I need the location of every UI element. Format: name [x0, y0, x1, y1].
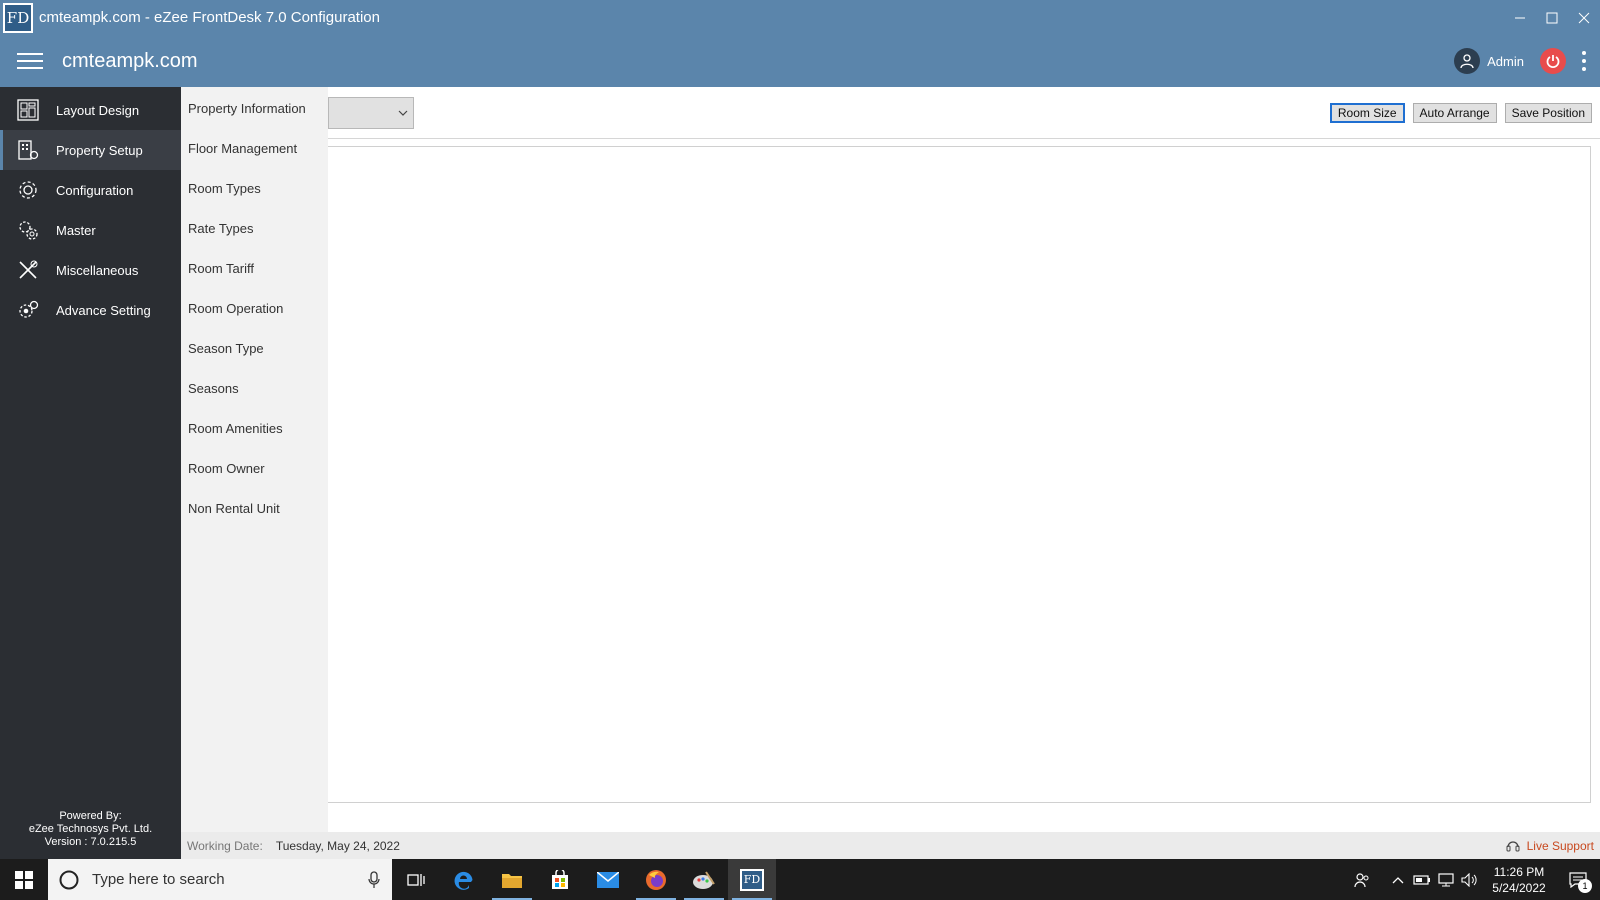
system-tray: 11:26 PM 5/24/2022 1: [1350, 859, 1600, 900]
chevron-up-icon[interactable]: [1386, 859, 1410, 900]
more-options-icon[interactable]: [1576, 51, 1592, 71]
file-explorer-icon[interactable]: [488, 859, 536, 900]
sidebar-item-advance-setting[interactable]: Advance Setting: [0, 290, 181, 330]
submenu-item-seasons[interactable]: Seasons: [181, 368, 328, 408]
sidebar-item-label: Layout Design: [56, 102, 140, 118]
user-icon[interactable]: [1454, 48, 1481, 74]
close-icon: [1578, 12, 1590, 23]
gear-icon: [16, 178, 40, 202]
firefox-icon[interactable]: [632, 859, 680, 900]
sidebar-item-miscellaneous[interactable]: Miscellaneous: [0, 250, 181, 290]
power-icon[interactable]: [1540, 48, 1566, 74]
hamburger-menu-icon[interactable]: [17, 53, 43, 69]
powered-by: Powered By: eZee Technosys Pvt. Ltd. Ver…: [0, 810, 181, 849]
volume-icon[interactable]: [1458, 859, 1482, 900]
company-name: eZee Technosys Pvt. Ltd.: [28, 823, 153, 835]
notification-badge: 1: [1578, 879, 1592, 893]
submenu-item-room-tariff[interactable]: Room Tariff: [181, 248, 328, 288]
submenu-item-room-amenities[interactable]: Room Amenities: [181, 408, 328, 448]
sidebar-item-configuration[interactable]: Configuration: [0, 170, 181, 210]
main-sidebar: Layout Design Property Setup Configurati…: [0, 87, 181, 859]
sidebar-item-label: Property Setup: [56, 142, 143, 158]
submenu-item-room-owner[interactable]: Room Owner: [181, 448, 328, 488]
version-text: Version : 7.0.215.5: [44, 836, 137, 848]
chevron-down-icon: [398, 110, 408, 116]
submenu-item-property-information[interactable]: Property Information: [181, 88, 328, 128]
minimize-icon: [1515, 17, 1525, 18]
submenu-item-rate-types[interactable]: Rate Types: [181, 208, 328, 248]
store-icon[interactable]: [536, 859, 584, 900]
tools-icon: [16, 258, 40, 282]
frontdesk-app-icon[interactable]: FD: [728, 859, 776, 900]
sidebar-item-layout-design[interactable]: Layout Design: [0, 90, 181, 130]
working-date-value: Tuesday, May 24, 2022: [275, 838, 400, 853]
powered-by-label: Powered By:: [59, 810, 122, 822]
floor-select[interactable]: [328, 97, 414, 129]
network-icon[interactable]: [1434, 859, 1458, 900]
window-title-bar: FD cmteampk.com - eZee FrontDesk 7.0 Con…: [0, 0, 1600, 35]
submenu-item-room-operation[interactable]: Room Operation: [181, 288, 328, 328]
sidebar-item-label: Master: [56, 222, 96, 238]
sidebar-item-label: Configuration: [56, 182, 134, 198]
start-button[interactable]: [0, 859, 48, 900]
maximize-icon: [1546, 12, 1558, 23]
status-bar: Working Date: Tuesday, May 24, 2022 Live…: [181, 832, 1600, 859]
frontdesk-logo: FD: [740, 868, 764, 891]
mail-icon[interactable]: [584, 859, 632, 900]
save-position-button[interactable]: Save Position: [1504, 103, 1592, 123]
taskbar-clock[interactable]: 11:26 PM 5/24/2022: [1482, 864, 1556, 896]
auto-arrange-button[interactable]: Auto Arrange: [1412, 103, 1497, 123]
room-size-button[interactable]: Room Size: [1329, 103, 1405, 123]
live-support-label: Live Support: [1526, 838, 1594, 853]
clock-date: 5/24/2022: [1492, 880, 1546, 895]
app-header: cmteampk.com Admin: [0, 35, 1600, 87]
close-button[interactable]: [1568, 0, 1600, 35]
working-date-label: Working Date:: [187, 838, 263, 853]
windows-logo-icon: [15, 870, 33, 889]
sidebar-item-property-setup[interactable]: Property Setup: [0, 130, 181, 170]
submenu-item-floor-management[interactable]: Floor Management: [181, 128, 328, 168]
advance-gear-icon: [16, 298, 40, 322]
toolbar-divider: [328, 138, 1600, 139]
submenu-item-room-types[interactable]: Room Types: [181, 168, 328, 208]
headset-icon: [1506, 840, 1520, 851]
clock-time: 11:26 PM: [1493, 864, 1545, 879]
sidebar-item-master[interactable]: Master: [0, 210, 181, 250]
sidebar-item-label: Advance Setting: [56, 302, 151, 318]
action-center-icon[interactable]: 1: [1556, 859, 1600, 900]
window-title: cmteampk.com - eZee FrontDesk 7.0 Config…: [39, 9, 380, 26]
user-name[interactable]: Admin: [1487, 54, 1524, 69]
search-placeholder: Type here to search: [92, 871, 225, 888]
site-name: cmteampk.com: [62, 49, 198, 72]
people-icon[interactable]: [1350, 859, 1374, 900]
task-view-icon[interactable]: [392, 859, 440, 900]
property-setup-submenu: Property Information Floor Management Ro…: [181, 87, 328, 832]
minimize-button[interactable]: [1504, 0, 1536, 35]
edge-browser-icon[interactable]: [440, 859, 488, 900]
taskbar-search[interactable]: Type here to search: [48, 859, 392, 900]
window-controls: [1504, 0, 1600, 35]
layout-canvas[interactable]: [328, 146, 1591, 803]
layout-toolbar: Room Size Auto Arrange Save Position: [1329, 103, 1592, 123]
live-support-link[interactable]: Live Support: [1505, 832, 1594, 859]
header-user-area: Admin: [1454, 35, 1592, 87]
maximize-button[interactable]: [1536, 0, 1568, 35]
app-logo: FD: [3, 2, 33, 33]
submenu-item-non-rental-unit[interactable]: Non Rental Unit: [181, 488, 328, 528]
paint-app-icon[interactable]: [680, 859, 728, 900]
sidebar-item-label: Miscellaneous: [56, 262, 139, 278]
layout-grid-icon: [16, 98, 40, 122]
battery-icon[interactable]: [1410, 859, 1434, 900]
building-icon: [16, 138, 40, 162]
search-icon: [59, 870, 79, 889]
gears-icon: [16, 218, 40, 242]
submenu-item-season-type[interactable]: Season Type: [181, 328, 328, 368]
windows-taskbar: Type here to search FD 11:26 PM 5/24/202…: [0, 859, 1600, 900]
microphone-icon[interactable]: [368, 870, 380, 889]
